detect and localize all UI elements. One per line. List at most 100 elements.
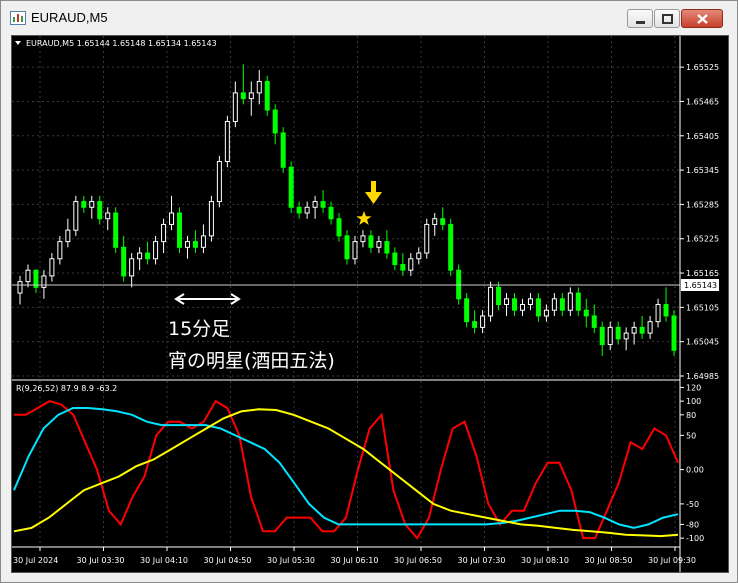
rci-line [14,399,679,540]
candle [41,270,47,299]
candle [416,247,422,265]
candle [169,195,175,231]
chart-menu-arrow-icon[interactable] [15,41,21,45]
title-bar[interactable]: EURAUD,M5 [1,1,737,35]
candle [440,207,446,231]
indicator-tick-label: 0.00 [686,466,704,475]
candle [519,298,525,316]
time-tick-label: 30 Jul 09:30 [648,556,696,565]
candle [200,224,206,254]
evening-star-icon [356,211,372,225]
candle [17,275,23,305]
price-scale: 1.65525 1.65465 1.65405 1.65345 1.65285 1.652… [680,63,719,381]
candle [73,195,79,236]
indicator-tick-label: 120 [686,383,701,392]
price-chart[interactable]: EURAUD,M5 1.65144 1.65148 1.65134 1.6514… [12,36,728,572]
pattern-annotation: 宵の明星(酒田五法) [168,350,335,372]
indicator-tick-label: -100 [686,534,704,543]
candle [65,218,71,248]
candle [89,195,95,219]
price-tick-label: 1.65225 [686,235,719,244]
candle [352,235,358,265]
range-arrow-icon [174,293,241,305]
candle [240,64,246,105]
candle [639,315,645,339]
candle [121,235,127,282]
candle [360,230,366,248]
candle [105,207,111,231]
candle [456,264,462,305]
candle [57,235,63,265]
candle [488,281,494,322]
candle [504,293,510,316]
price-tick-label: 1.65045 [686,338,719,347]
chart-area[interactable]: EURAUD,M5 1.65144 1.65148 1.65134 1.6514… [11,35,729,573]
candle [567,287,573,316]
candle [615,321,621,345]
rci-indicator-lines [13,399,679,540]
candle [472,310,478,334]
candle [671,310,677,356]
candle [336,213,342,242]
price-tick-label: 1.65285 [686,200,719,209]
minimize-icon [636,21,645,24]
price-tick-label: 1.65405 [686,132,719,141]
price-tick-label: 1.65525 [686,63,719,72]
candle [328,201,334,225]
candle [256,70,262,105]
candle [599,321,605,356]
candle [161,218,167,254]
candle [320,190,326,213]
candle [113,207,119,254]
candlestick-series [17,64,677,356]
chart-grid [12,36,680,547]
candle [583,298,589,328]
indicator-tick-label: 100 [686,397,701,406]
indicator-tick-label: -80 [686,520,699,529]
candle [216,155,222,208]
chart-window: EURAUD,M5 EURAUD,M5 1.65144 1.65148 1.65… [0,0,738,583]
candle [97,195,103,225]
candle [224,115,230,168]
candle [177,207,183,254]
candle [312,195,318,219]
candle [647,315,653,339]
close-icon [697,14,708,24]
candle [208,195,214,242]
candle [137,247,143,271]
candle [33,269,39,294]
time-tick-label: 30 Jul 05:30 [267,556,315,565]
time-tick-label: 30 Jul 03:30 [77,556,125,565]
candle [248,81,254,116]
maximize-button[interactable] [654,9,680,28]
candle [591,304,597,334]
timeframe-annotation: 15分足 [168,318,230,340]
time-tick-label: 30 Jul 07:30 [458,556,506,565]
close-button[interactable] [681,9,723,28]
candle [631,321,637,345]
indicator-tick-label: 80 [686,411,696,420]
current-price-label: 1.65143 [684,281,717,290]
candle [280,127,286,173]
candle [384,230,390,259]
candle [559,293,565,316]
current-price-tag: 1.65143 [681,279,719,291]
sell-signal-arrow-icon [365,181,382,204]
candle [288,161,294,213]
time-axis: 30 Jul 2024 30 Jul 03:30 30 Jul 04:10 30 Ju… [13,547,696,565]
window-title: EURAUD,M5 [31,10,108,25]
candle [344,230,350,265]
candle [81,195,87,213]
candle [49,253,55,282]
minimize-button[interactable] [627,9,653,28]
candle [129,253,135,288]
candle [496,281,502,311]
candle [392,247,398,271]
candle [400,253,406,276]
candle [527,293,533,311]
candle [655,298,661,328]
chart-app-icon [10,11,26,25]
candle [535,293,541,322]
rci-line [13,407,679,529]
candle [575,287,581,316]
